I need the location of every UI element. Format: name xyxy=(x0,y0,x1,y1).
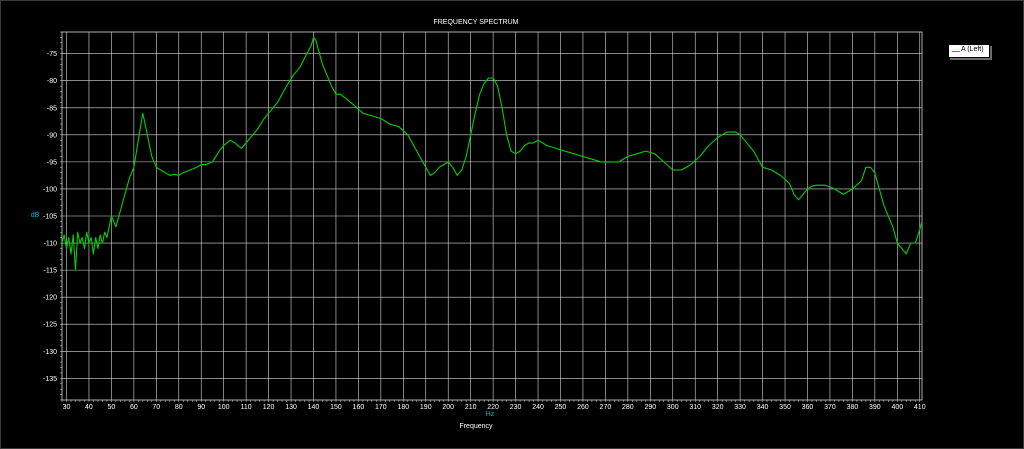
x-tick-label: 250 xyxy=(555,404,567,411)
y-tick-label: -75 xyxy=(47,51,57,58)
x-tick-label: 380 xyxy=(847,404,859,411)
x-axis-label: Frequency xyxy=(459,423,493,430)
y-axis-unit: dB xyxy=(31,212,40,219)
x-tick-label: 140 xyxy=(308,404,320,411)
series-line-a-left xyxy=(61,36,923,271)
x-tick-label: 80 xyxy=(175,404,183,411)
x-axis-unit: Hz xyxy=(486,411,495,418)
axes-layer: 30 40 50 60 70 80 90 100 110 120 130 140 150 160 170 18… xyxy=(43,31,926,411)
y-tick-label: -105 xyxy=(43,214,57,221)
y-tick-label: -90 xyxy=(47,132,57,139)
x-tick-label: 150 xyxy=(330,404,342,411)
x-tick-label: 290 xyxy=(644,404,656,411)
x-tick-label: 270 xyxy=(600,404,612,411)
x-tick-label: 390 xyxy=(869,404,881,411)
x-tick-label: 60 xyxy=(130,404,138,411)
frequency-spectrum-chart: 30 40 50 60 70 80 90 100 110 120 130 140 150 160 170 18… xyxy=(31,19,926,430)
legend-swatch xyxy=(952,51,960,52)
x-tick-label: 370 xyxy=(824,404,836,411)
y-tick-label: -125 xyxy=(43,322,57,329)
x-tick-label: 180 xyxy=(397,404,409,411)
y-tick-label: -135 xyxy=(43,376,57,383)
x-tick-label: 120 xyxy=(263,404,275,411)
x-tick-label: 200 xyxy=(442,404,454,411)
x-tick-label: 70 xyxy=(152,404,160,411)
x-tick-label: 40 xyxy=(85,404,93,411)
x-tick-label: 410 xyxy=(914,404,926,411)
x-tick-label: 220 xyxy=(487,404,499,411)
x-tick-label: 190 xyxy=(420,404,432,411)
x-tick-label: 30 xyxy=(63,404,71,411)
x-tick-label: 340 xyxy=(757,404,769,411)
y-tick-label: -95 xyxy=(47,159,57,166)
legend: A (Left) xyxy=(948,44,990,58)
x-tick-label: 210 xyxy=(465,404,477,411)
y-tick-label: -115 xyxy=(44,268,58,275)
y-tick-label: -120 xyxy=(43,295,57,302)
x-tick-label: 100 xyxy=(218,404,230,411)
x-tick-label: 130 xyxy=(285,404,297,411)
x-tick-label: 50 xyxy=(108,404,116,411)
x-tick-label: 260 xyxy=(577,404,589,411)
x-tick-label: 230 xyxy=(510,404,522,411)
x-tick-label: 110 xyxy=(241,404,252,411)
chart-title: FREQUENCY SPECTRUM xyxy=(433,19,518,26)
x-tick-label: 330 xyxy=(734,404,746,411)
x-tick-label: 360 xyxy=(802,404,814,411)
x-tick-label: 300 xyxy=(667,404,679,411)
y-tick-label: -100 xyxy=(43,186,57,193)
y-tick-label: -80 xyxy=(47,78,57,85)
x-tick-label: 170 xyxy=(375,404,387,411)
x-tick-label: 350 xyxy=(779,404,791,411)
x-tick-label: 240 xyxy=(532,404,544,411)
x-tick-label: 90 xyxy=(197,404,205,411)
series-layer xyxy=(61,36,923,271)
x-tick-label: 160 xyxy=(353,404,365,411)
x-tick-label: 400 xyxy=(891,404,903,411)
y-tick-label: -110 xyxy=(44,241,58,248)
y-tick-label: -85 xyxy=(47,105,57,112)
x-tick-label: 310 xyxy=(689,404,701,411)
y-tick-label: -130 xyxy=(43,349,57,356)
x-tick-label: 320 xyxy=(712,404,724,411)
x-tick-label: 280 xyxy=(622,404,634,411)
grid-layer xyxy=(62,32,922,400)
legend-label: A (Left) xyxy=(961,46,984,53)
